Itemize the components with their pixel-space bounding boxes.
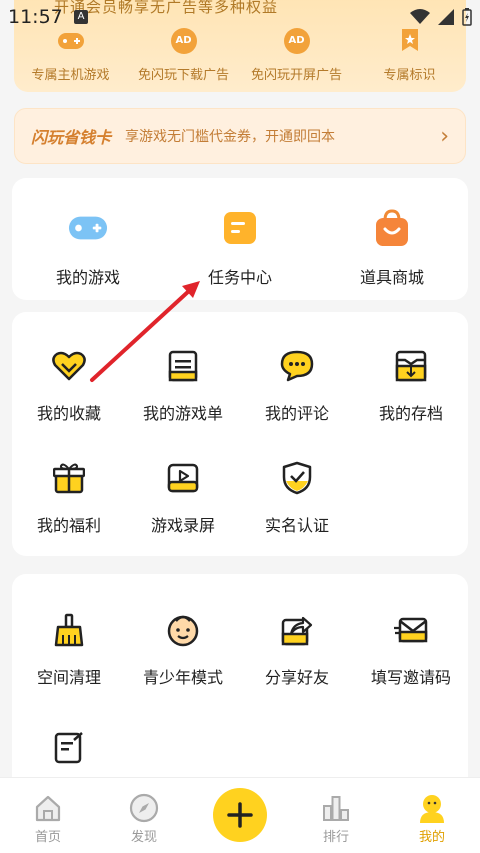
nav-discover[interactable]: 发现 [96, 778, 192, 853]
nav-label: 发现 [130, 830, 157, 845]
nav-home[interactable]: 首页 [0, 778, 96, 853]
real-name-auth-button[interactable]: 实名认证 [240, 458, 354, 536]
tools-card: 空间清理 青少年模式 分享好友 填写邀请码 [12, 574, 468, 794]
perk-label: 免闪玩下载广告 [137, 68, 229, 83]
child-icon [163, 610, 203, 650]
share-friends-button[interactable]: 分享好友 [240, 610, 354, 688]
broom-icon [49, 610, 89, 650]
shield-icon [277, 458, 317, 498]
feature-label: 我的收藏 [36, 404, 101, 423]
tool-label: 空间清理 [36, 668, 101, 687]
my-games-button[interactable]: 我的游戏 [12, 178, 164, 288]
chevron-right-icon: › [440, 123, 449, 149]
ad-icon: AD [283, 28, 310, 54]
gamepad-icon [68, 208, 108, 248]
tool-label: 青少年模式 [142, 668, 223, 687]
share-icon [277, 610, 317, 650]
edit-icon [49, 728, 89, 768]
quick-label: 任务中心 [207, 268, 272, 287]
edit-item-button[interactable] [12, 728, 126, 768]
mail-icon [391, 610, 431, 650]
nav-mine[interactable]: 我的 [384, 778, 480, 853]
perk-label: 免闪玩开屏广告 [250, 68, 342, 83]
savings-card[interactable]: 闪玩省钱卡 享游戏无门槛代金券，开通即回本 › [14, 108, 466, 164]
profile-icon [412, 792, 452, 824]
vip-perks: 专属主机游戏 AD 免闪玩下载广告 AD 免闪玩开屏广告 专属标识 [14, 28, 466, 83]
feature-label: 我的福利 [36, 516, 101, 535]
nav-label: 我的 [418, 830, 445, 845]
play-icon [163, 458, 203, 498]
heart-icon [49, 346, 89, 386]
personal-features-card: 我的收藏 我的游戏单 我的评论 我的存档 我的福利 游戏录屏 实名认证 [12, 312, 468, 556]
shopping-bag-icon [372, 208, 412, 248]
status-icons [410, 8, 472, 26]
item-store-button[interactable]: 道具商城 [316, 178, 468, 288]
space-clean-button[interactable]: 空间清理 [12, 610, 126, 688]
nav-ranking[interactable]: 排行 [288, 778, 384, 853]
perk-item[interactable]: 专属主机游戏 [14, 28, 127, 83]
gamepad-icon [51, 28, 91, 54]
feature-label: 我的存档 [378, 404, 443, 423]
badge-icon [390, 28, 430, 54]
quick-label: 道具商城 [359, 268, 424, 287]
nav-create[interactable] [192, 778, 288, 853]
signal-icon [438, 9, 454, 25]
list-icon [163, 346, 203, 386]
nav-label: 排行 [322, 830, 349, 845]
feature-label: 我的游戏单 [142, 404, 223, 423]
perk-item[interactable]: AD 免闪玩下载广告 [127, 28, 240, 83]
gift-icon [49, 458, 89, 498]
comment-icon [277, 346, 317, 386]
plus-icon [213, 788, 267, 842]
savings-card-desc: 享游戏无门槛代金券，开通即回本 [125, 129, 336, 145]
screen-record-button[interactable]: 游戏录屏 [126, 458, 240, 536]
task-icon [220, 208, 260, 248]
status-indicator: A [74, 10, 88, 24]
game-list-button[interactable]: 我的游戏单 [126, 346, 240, 424]
teen-mode-button[interactable]: 青少年模式 [126, 610, 240, 688]
task-center-button[interactable]: 任务中心 [164, 178, 316, 288]
perk-item[interactable]: 专属标识 [353, 28, 466, 83]
wifi-icon [410, 9, 430, 24]
compass-icon [124, 792, 164, 824]
perk-label: 专属主机游戏 [31, 68, 110, 83]
archive-icon [391, 346, 431, 386]
nav-label: 首页 [34, 830, 61, 845]
feature-label: 游戏录屏 [150, 516, 215, 535]
ad-icon: AD [170, 28, 197, 54]
home-icon [28, 792, 68, 824]
bottom-nav: 首页 发现 排行 我的 [0, 777, 480, 853]
favorites-button[interactable]: 我的收藏 [12, 346, 126, 424]
perk-label: 专属标识 [383, 68, 436, 83]
saves-button[interactable]: 我的存档 [354, 346, 468, 424]
quick-actions-card: 我的游戏 任务中心 道具商城 [12, 178, 468, 300]
tool-label: 填写邀请码 [370, 668, 451, 687]
comments-button[interactable]: 我的评论 [240, 346, 354, 424]
savings-card-title: 闪玩省钱卡 [31, 128, 112, 147]
rank-icon [316, 792, 356, 824]
battery-icon [462, 8, 472, 26]
feature-label: 我的评论 [264, 404, 329, 423]
tool-label: 分享好友 [264, 668, 329, 687]
quick-label: 我的游戏 [55, 268, 120, 287]
invite-code-button[interactable]: 填写邀请码 [354, 610, 468, 688]
status-time: 11:57 [8, 6, 63, 28]
perk-item[interactable]: AD 免闪玩开屏广告 [240, 28, 353, 83]
feature-label: 实名认证 [264, 516, 329, 535]
benefits-button[interactable]: 我的福利 [12, 458, 126, 536]
